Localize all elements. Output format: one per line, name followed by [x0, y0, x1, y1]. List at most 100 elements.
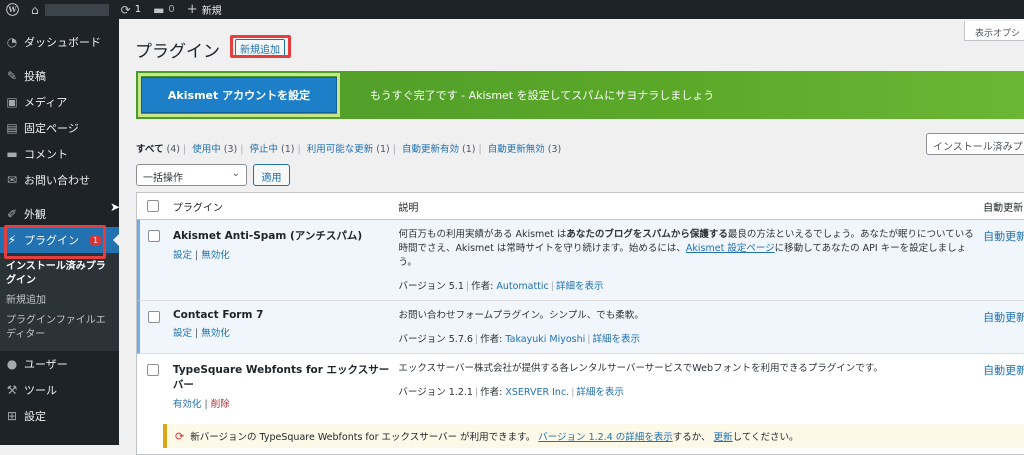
row-checkbox[interactable]: [147, 364, 159, 376]
svg-text:W: W: [7, 5, 17, 14]
page-icon: ▤: [6, 121, 18, 135]
filter-inactive-count: (1): [281, 144, 294, 155]
refresh-icon: ⟳: [121, 4, 131, 16]
mail-icon: ✉: [6, 173, 18, 187]
plugin-description: 何百万もの利用実績がある Akismet はあなたのブログをスパムから保護する最…: [398, 228, 979, 270]
new-label: 新規: [202, 2, 222, 17]
sidebar-item-label: 投稿: [24, 68, 46, 84]
table-row: TypeSquare Webfonts for エックスサーバー 有効化 | 削…: [137, 354, 1024, 418]
media-icon: ▣: [6, 95, 18, 109]
admin-sidebar: ◔ダッシュボード ✎投稿 ▣メディア ▤固定ページ ▬コメント ✉お問い合わせ …: [0, 19, 119, 445]
sidebar-item-plugins[interactable]: ⚡プラグイン1: [0, 227, 119, 253]
column-header-description: 説明: [394, 199, 979, 214]
wordpress-logo-icon[interactable]: W: [0, 0, 25, 19]
site-name[interactable]: ⌂: [25, 0, 115, 19]
submenu-installed-plugins[interactable]: インストール済みプラグイン: [0, 257, 119, 291]
sidebar-item-label: 固定ページ: [24, 120, 79, 136]
sidebar-item-users[interactable]: ●ユーザー: [0, 351, 119, 377]
filter-all[interactable]: すべて: [136, 144, 163, 155]
sidebar-item-dashboard[interactable]: ◔ダッシュボード: [0, 29, 119, 55]
select-all-checkbox[interactable]: [147, 200, 159, 212]
sidebar-item-label: ツール: [24, 382, 57, 398]
plugin-details-link[interactable]: 詳細を表示: [556, 281, 604, 292]
filter-upgrade[interactable]: 利用可能な更新: [307, 144, 374, 155]
plugin-name: Akismet Anti-Spam (アンチスパム): [173, 228, 395, 243]
column-header-auto-update: 自動更新: [979, 199, 1024, 214]
comment-icon: ▬: [6, 147, 18, 161]
plugin-settings-link[interactable]: 設定: [173, 328, 192, 339]
sidebar-item-label: ダッシュボード: [24, 34, 101, 50]
plugin-update-row: ⟳ 新バージョンの TypeSquare Webfonts for エックスサー…: [137, 418, 1024, 454]
plugin-deactivate-link[interactable]: 無効化: [201, 250, 230, 261]
filter-auto-update-enabled[interactable]: 自動更新有効: [402, 144, 459, 155]
sidebar-item-appearance[interactable]: ✐外観: [0, 201, 119, 227]
row-checkbox[interactable]: [148, 230, 160, 242]
plugin-meta: バージョン 1.2.1|作者: XSERVER Inc.|詳細を表示: [398, 384, 979, 398]
bulk-action-select[interactable]: 一括操作 ⌄: [136, 164, 247, 186]
plugin-icon: ⚡: [6, 233, 18, 247]
auto-update-toggle-link[interactable]: 自動更新を: [983, 230, 1024, 243]
plugin-settings-link[interactable]: 設定: [173, 250, 192, 261]
sidebar-item-pages[interactable]: ▤ 固定ページ: [0, 115, 119, 141]
plugin-description: エックスサーバー株式会社が提供する各レンタルサーバーサービスでWebフォントを利…: [398, 362, 979, 376]
update-notice: ⟳ 新バージョンの TypeSquare Webfonts for エックスサー…: [163, 424, 1024, 448]
submenu-plugin-editor[interactable]: プラグインファイルエディター: [0, 311, 119, 345]
updates-link[interactable]: ⟳ 1: [115, 0, 147, 19]
sidebar-item-label: コメント: [24, 146, 68, 162]
table-row: Contact Form 7 設定 | 無効化 お問い合わせフォームプラグイン。…: [137, 301, 1024, 354]
filter-active[interactable]: 使用中: [192, 144, 221, 155]
filter-upgrade-count: (1): [376, 144, 389, 155]
plugin-author-link[interactable]: Takayuki Miyoshi: [505, 334, 585, 345]
plugin-deactivate-link[interactable]: 無効化: [201, 328, 230, 339]
sidebar-item-contact[interactable]: ✉ お問い合わせ: [0, 167, 119, 193]
plus-icon: +: [187, 3, 198, 16]
filter-auto-update-disabled[interactable]: 自動更新無効: [488, 144, 545, 155]
plugin-search-input[interactable]: インストール済みプ: [926, 133, 1024, 155]
auto-update-toggle-link[interactable]: 自動更新を: [983, 364, 1024, 377]
table-row: Akismet Anti-Spam (アンチスパム) 設定 | 無効化 何百万も…: [137, 220, 1024, 301]
sidebar-item-posts[interactable]: ✎ 投稿: [0, 63, 119, 89]
sidebar-item-label: お問い合わせ: [24, 172, 90, 188]
sidebar-item-comments[interactable]: ▬ コメント: [0, 141, 119, 167]
filter-active-count: (3): [224, 144, 237, 155]
akismet-setup-banner: Akismet アカウントを設定 もうすぐ完了です - Akismet を設定し…: [136, 71, 1024, 119]
plugin-activate-link[interactable]: 有効化: [173, 399, 202, 410]
filter-auto-off-count: (3): [548, 144, 561, 155]
site-name-redacted: [45, 4, 109, 16]
plugin-details-link[interactable]: 詳細を表示: [576, 387, 624, 398]
comments-count: 0: [168, 4, 174, 15]
add-new-plugin-button[interactable]: 新規追加: [235, 39, 285, 58]
plugin-author-link[interactable]: Automattic: [496, 281, 548, 292]
new-content-link[interactable]: + 新規: [181, 0, 228, 19]
akismet-setup-button[interactable]: Akismet アカウントを設定: [141, 77, 337, 113]
plugin-status-filters: すべて (4)| 使用中 (3)| 停止中 (1)| 利用可能な更新 (1)| …: [136, 141, 561, 155]
sidebar-item-tools[interactable]: ⚒ツール: [0, 377, 119, 403]
sidebar-item-label: 外観: [24, 206, 46, 222]
filter-inactive[interactable]: 停止中: [249, 144, 278, 155]
comment-bubble-icon: ▬: [153, 4, 164, 16]
admin-bar: W ⌂ ⟳ 1 ▬ 0 + 新規: [0, 0, 1024, 19]
sidebar-item-label: プラグイン: [24, 232, 79, 248]
plugin-delete-link[interactable]: 削除: [211, 399, 230, 410]
submenu-add-new[interactable]: 新規追加: [0, 291, 119, 311]
plugin-details-link[interactable]: 詳細を表示: [593, 334, 641, 345]
comments-link[interactable]: ▬ 0: [147, 0, 181, 19]
pin-icon: ✎: [6, 69, 18, 83]
sidebar-item-settings[interactable]: ⊞設定: [0, 403, 119, 429]
plugin-author-link[interactable]: XSERVER Inc.: [505, 387, 569, 398]
user-icon: ●: [6, 357, 18, 371]
view-version-details-link[interactable]: バージョン 1.2.4 の詳細を表示: [538, 432, 673, 443]
screen-options-button[interactable]: 表示オプシ: [964, 21, 1024, 41]
update-now-link[interactable]: 更新: [714, 432, 733, 443]
akismet-message: もうすぐ完了です - Akismet を設定してスパムにサヨナラしましょう: [370, 87, 714, 103]
akismet-settings-link[interactable]: Akismet 設定ページ: [686, 243, 775, 254]
row-checkbox[interactable]: [148, 311, 160, 323]
sidebar-item-media[interactable]: ▣メディア: [0, 89, 119, 115]
apply-button[interactable]: 適用: [253, 164, 290, 186]
auto-update-toggle-link[interactable]: 自動更新を: [983, 311, 1024, 324]
plugin-name: TypeSquare Webfonts for エックスサーバー: [173, 362, 395, 392]
plugin-meta: バージョン 5.7.6|作者: Takayuki Miyoshi|詳細を表示: [398, 331, 979, 345]
column-header-plugin: プラグイン: [169, 199, 395, 214]
chevron-down-icon: ⌄: [232, 168, 240, 179]
settings-icon: ⊞: [6, 409, 18, 423]
